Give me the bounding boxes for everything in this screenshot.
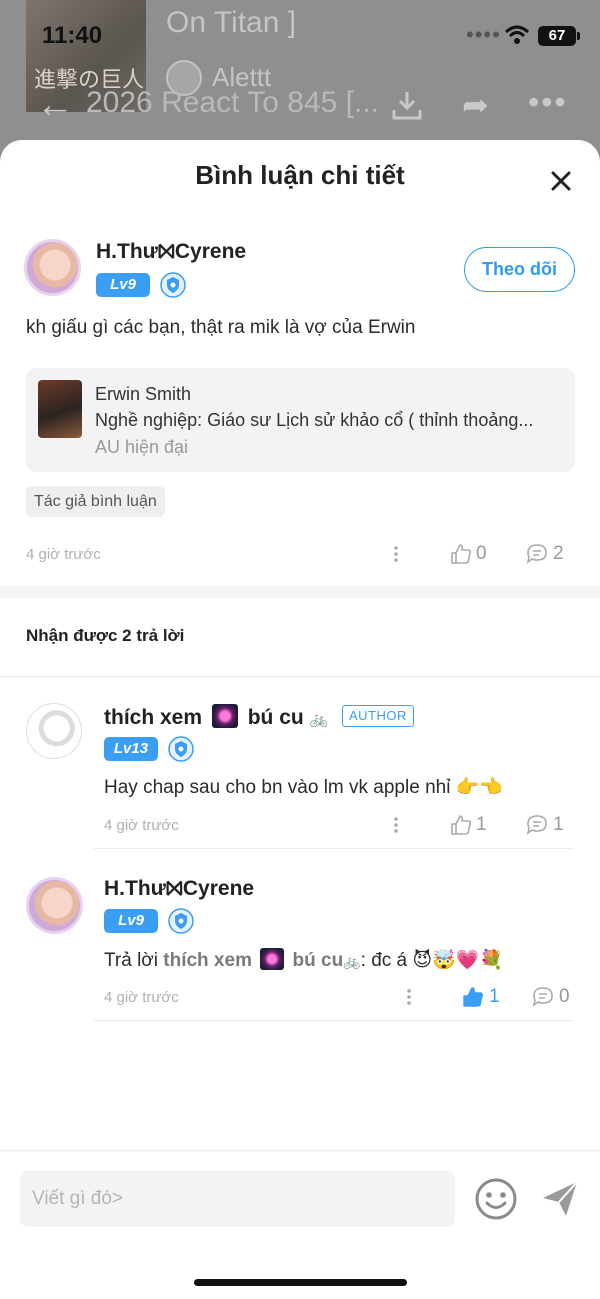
character-subtitle: AU hiện đại	[95, 437, 189, 457]
emoji-heart: 💗	[455, 950, 480, 971]
close-icon[interactable]	[546, 166, 576, 196]
reply-author-name-part2: bú cu	[247, 706, 304, 729]
send-icon[interactable]	[540, 1179, 580, 1219]
emoji-picker-icon[interactable]	[474, 1177, 518, 1221]
reply-suffix: : đc á	[360, 950, 408, 971]
level-badge: Lv9	[96, 273, 150, 297]
share-icon: ➦	[462, 87, 489, 123]
character-description: Nghề nghiệp: Giáo sư Lịch sử khảo cổ ( t…	[95, 410, 534, 430]
more-options-icon[interactable]	[393, 545, 399, 563]
reply-time: 4 giờ trước	[104, 989, 179, 1006]
author-badge: AUTHOR	[342, 705, 414, 727]
reply-count: 2	[553, 543, 564, 564]
comment-author-name[interactable]: H.Thư⨝Cyrene	[96, 240, 246, 264]
reply-text: Trả lời thích xem bú cu🚲: đc á 😈🤯💗💐	[104, 948, 503, 972]
reply-prefix: Trả lời	[104, 950, 158, 971]
replies-section-title: Nhận được 2 trả lời	[26, 626, 185, 645]
firework-emoji-icon	[211, 704, 238, 728]
battery-icon: 67	[538, 26, 580, 46]
divider	[0, 676, 600, 677]
verified-shield-icon	[168, 908, 194, 934]
like-filled-icon[interactable]	[462, 986, 484, 1008]
reply-count: 0	[559, 986, 570, 1007]
reply-icon[interactable]	[532, 986, 554, 1008]
character-name: Erwin Smith	[95, 384, 192, 404]
verified-shield-icon	[168, 736, 194, 762]
avatar[interactable]	[26, 877, 83, 934]
more-icon: •••	[528, 84, 568, 120]
reply-icon[interactable]	[526, 814, 548, 836]
status-time: 11:40	[42, 22, 103, 49]
more-options-icon[interactable]	[393, 816, 399, 834]
character-reference-card[interactable]: Erwin Smith Nghề nghiệp: Giáo sư Lịch sử…	[26, 368, 575, 472]
comment-input[interactable]	[20, 1171, 455, 1227]
like-count: 0	[476, 543, 487, 564]
comment-time: 4 giờ trước	[26, 546, 101, 563]
sheet-title: Bình luận chi tiết	[195, 160, 405, 190]
reply-author-name[interactable]: H.Thư⨝Cyrene	[104, 877, 254, 901]
comment-text: kh giấu gì các bạn, thật ra mik là vợ củ…	[26, 317, 416, 338]
back-arrow-icon: ←	[36, 84, 74, 126]
divider	[94, 1020, 574, 1021]
level-badge: Lv9	[104, 909, 158, 933]
emoji-devil: 😈	[412, 950, 433, 971]
bike-icon: 🚲	[309, 711, 329, 728]
reply-text: Hay chap sau cho bn vào lm vk apple nhỉ …	[104, 777, 504, 798]
download-icon	[392, 92, 422, 120]
level-badge: Lv13	[104, 737, 158, 761]
character-thumbnail	[38, 380, 82, 438]
background-title-line1: On Titan ]	[166, 6, 297, 39]
like-icon[interactable]	[450, 814, 472, 836]
section-divider	[0, 586, 600, 598]
reply-time: 4 giờ trước	[104, 817, 179, 834]
emoji-mind-blown: 🤯	[432, 950, 456, 971]
reply-author-name[interactable]: thích xem bú cu 🚲	[104, 704, 328, 730]
comment-detail-sheet: Bình luận chi tiết H.Thư⨝Cyrene Lv9 Theo…	[0, 140, 600, 1299]
home-indicator	[194, 1279, 407, 1286]
comment-input-bar	[0, 1150, 600, 1299]
like-count: 1	[489, 986, 500, 1007]
reply-count: 1	[553, 814, 564, 835]
reply-mention-part1[interactable]: thích xem	[163, 950, 252, 971]
avatar[interactable]	[24, 239, 81, 296]
firework-emoji-icon	[260, 948, 285, 970]
like-icon[interactable]	[450, 543, 472, 565]
reply-author-name-part1: thích xem	[104, 706, 203, 729]
signal-icon: ••••	[466, 22, 501, 47]
follow-button[interactable]: Theo dõi	[464, 247, 575, 292]
reply-icon[interactable]	[526, 543, 548, 565]
more-options-icon[interactable]	[406, 988, 412, 1006]
bike-icon: 🚲	[343, 953, 361, 969]
background-title-line2: 2026 React To 845 [...	[86, 86, 379, 119]
comment-author-tag: Tác giả bình luận	[26, 486, 165, 517]
divider	[94, 848, 574, 849]
like-count: 1	[476, 814, 487, 835]
verified-shield-icon	[160, 272, 186, 298]
wifi-icon	[504, 25, 530, 44]
reply-mention-part2[interactable]: bú cu	[293, 950, 344, 971]
emoji-bouquet: 💐	[479, 950, 504, 971]
avatar[interactable]	[26, 703, 82, 759]
